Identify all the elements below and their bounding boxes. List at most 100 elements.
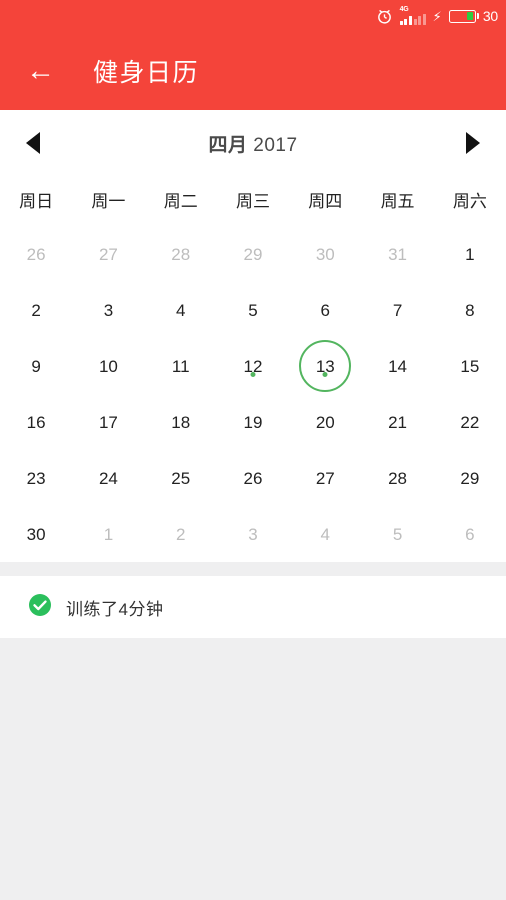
alarm-clock-icon [376, 8, 393, 25]
weekday-label: 周三 [235, 191, 270, 211]
day-number: 29 [460, 468, 480, 488]
calendar-week-row: 16 17 18 19 20 21 22 [0, 394, 506, 450]
day-number: 30 [315, 244, 335, 264]
calendar-day-cell[interactable]: 5 [361, 506, 433, 562]
day-number: 9 [31, 356, 41, 376]
calendar-day-cell[interactable]: 30 [0, 506, 72, 562]
weekday-label: 周五 [380, 191, 415, 211]
month-year-label: 四月 2017 [208, 130, 297, 157]
fitness-calendar-screen: 4G ⚡ 30 ← 健身日历 四月 2017 周日 周一 周二 周三 周四 周五… [0, 0, 506, 900]
calendar-day-cell[interactable]: 10 [72, 338, 144, 394]
weekday-label: 周日 [19, 191, 54, 211]
battery-icon: 30 [448, 8, 498, 24]
app-bar: ← 健身日历 [0, 32, 506, 110]
calendar-week-row: 30 1 2 3 4 5 6 [0, 506, 506, 562]
triangle-left-icon[interactable] [26, 132, 40, 154]
day-number: 26 [243, 468, 263, 488]
day-number: 25 [171, 468, 191, 488]
day-number: 27 [98, 244, 118, 264]
day-number: 31 [388, 244, 408, 264]
day-number: 8 [465, 300, 475, 320]
calendar-day-cell-selected[interactable]: 13 [289, 338, 361, 394]
network-type-label: 4G [399, 6, 409, 13]
calendar-grid: 26 27 28 29 30 31 1 2 3 4 5 6 7 8 9 10 11 12 13 14 15 16 17 18 1… [0, 226, 506, 562]
calendar-day-cell[interactable]: 4 [289, 506, 361, 562]
calendar-day-cell[interactable]: 16 [0, 394, 72, 450]
calendar-day-cell[interactable]: 26 [0, 226, 72, 282]
calendar-day-cell[interactable]: 14 [361, 338, 433, 394]
calendar-day-cell[interactable]: 31 [361, 226, 433, 282]
signal-bars-sim2 [413, 14, 426, 25]
day-number: 12 [243, 356, 263, 376]
calendar-week-row: 9 10 11 12 13 14 15 [0, 338, 506, 394]
calendar-day-cell[interactable]: 3 [72, 282, 144, 338]
day-number: 4 [175, 300, 186, 320]
calendar-day-cell[interactable]: 28 [361, 450, 433, 506]
calendar-day-cell[interactable]: 18 [145, 394, 217, 450]
day-number: 2 [175, 524, 186, 544]
day-number: 27 [315, 468, 335, 488]
calendar-card: 四月 2017 周日 周一 周二 周三 周四 周五 周六 26 27 28 29 30 31 1 2 3 4 5… [0, 110, 506, 562]
day-number: 4 [320, 524, 331, 544]
calendar-day-cell[interactable]: 29 [434, 450, 506, 506]
page-title: 健身日历 [93, 59, 200, 87]
weekday-label: 周四 [308, 191, 343, 211]
calendar-day-cell[interactable]: 19 [217, 394, 289, 450]
calendar-day-cell[interactable]: 28 [145, 226, 217, 282]
back-arrow-icon[interactable]: ← [26, 56, 55, 86]
day-number: 20 [315, 412, 335, 432]
calendar-day-cell[interactable]: 17 [72, 394, 144, 450]
calendar-day-cell[interactable]: 25 [145, 450, 217, 506]
day-number: 10 [98, 356, 118, 376]
calendar-day-cell[interactable]: 8 [434, 282, 506, 338]
triangle-right-icon[interactable] [465, 132, 480, 154]
calendar-day-cell[interactable]: 12 [217, 338, 289, 394]
calendar-day-cell[interactable]: 20 [289, 394, 361, 450]
calendar-day-cell[interactable]: 15 [434, 338, 506, 394]
calendar-day-cell[interactable]: 4 [145, 282, 217, 338]
calendar-day-cell[interactable]: 6 [434, 506, 506, 562]
calendar-day-cell[interactable]: 5 [217, 282, 289, 338]
day-number: 11 [171, 356, 190, 376]
day-number: 3 [103, 300, 114, 320]
weekday-label: 周二 [163, 191, 198, 211]
day-number: 17 [98, 412, 118, 432]
calendar-day-cell[interactable]: 2 [0, 282, 72, 338]
calendar-day-cell[interactable]: 29 [217, 226, 289, 282]
day-number: 26 [26, 244, 46, 264]
day-number: 29 [243, 244, 263, 264]
day-number: 28 [388, 468, 408, 488]
section-divider [0, 562, 506, 576]
calendar-day-cell[interactable]: 23 [0, 450, 72, 506]
calendar-day-cell[interactable]: 1 [72, 506, 144, 562]
year-label: 2017 [253, 134, 298, 156]
calendar-day-cell[interactable]: 6 [289, 282, 361, 338]
calendar-day-cell[interactable]: 30 [289, 226, 361, 282]
calendar-week-row: 2 3 4 5 6 7 8 [0, 282, 506, 338]
day-number: 6 [320, 300, 331, 320]
signal-strength-icon: 4G [399, 6, 426, 25]
weekday-label: 周六 [452, 191, 487, 211]
calendar-day-cell[interactable]: 24 [72, 450, 144, 506]
calendar-day-cell[interactable]: 22 [434, 394, 506, 450]
day-number: 5 [248, 300, 258, 320]
weekday-label: 周一 [91, 191, 126, 211]
training-summary-item[interactable]: 训练了4分钟 [0, 576, 506, 638]
day-number: 22 [460, 412, 480, 432]
day-number: 1 [103, 524, 114, 544]
day-number: 13 [315, 356, 335, 376]
calendar-day-cell[interactable]: 11 [145, 338, 217, 394]
calendar-day-cell[interactable]: 7 [361, 282, 433, 338]
calendar-day-cell[interactable]: 27 [289, 450, 361, 506]
calendar-day-cell[interactable]: 27 [72, 226, 144, 282]
calendar-day-cell[interactable]: 26 [217, 450, 289, 506]
calendar-day-cell[interactable]: 1 [434, 226, 506, 282]
calendar-day-cell[interactable]: 9 [0, 338, 72, 394]
calendar-day-cell[interactable]: 2 [145, 506, 217, 562]
calendar-day-cell[interactable]: 21 [361, 394, 433, 450]
day-number: 28 [171, 244, 191, 264]
calendar-day-cell[interactable]: 3 [217, 506, 289, 562]
weekday-header-row: 周日 周一 周二 周三 周四 周五 周六 [0, 172, 506, 226]
day-number: 15 [460, 356, 480, 376]
signal-bars-sim1 [399, 14, 412, 25]
